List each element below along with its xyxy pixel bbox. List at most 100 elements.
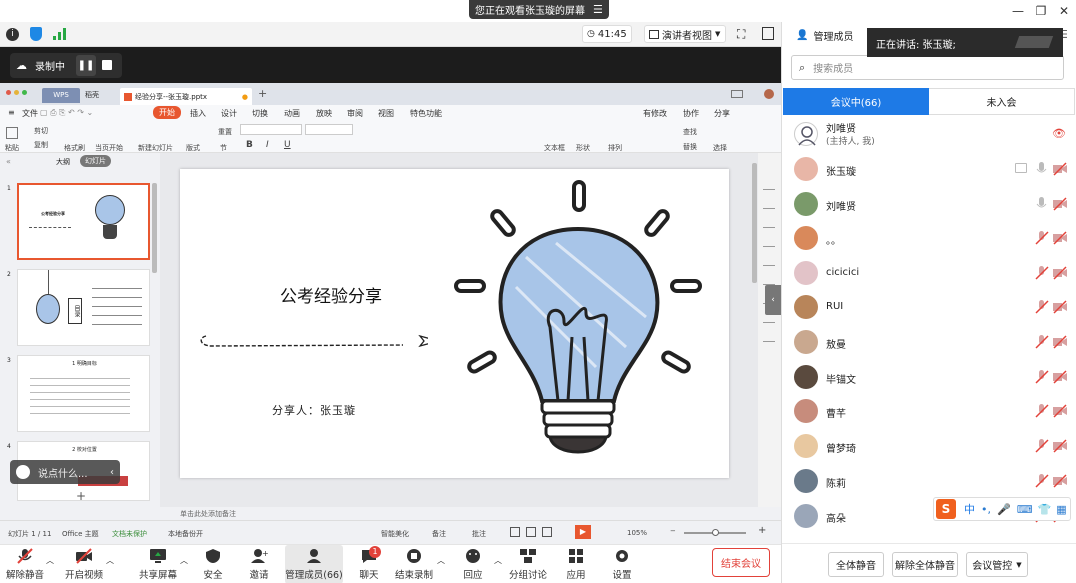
outline-tab[interactable]: 大纲: [56, 157, 70, 167]
tab-not-joined[interactable]: 未入会: [929, 88, 1075, 115]
camera-off-icon[interactable]: [1052, 335, 1068, 349]
member-row[interactable]: cicicici: [782, 256, 1076, 290]
cut-button[interactable]: 剪切: [34, 126, 48, 136]
chevron-up-icon[interactable]: ︿: [46, 555, 54, 566]
menu-icon[interactable]: ☰: [593, 3, 603, 16]
share-screen-button[interactable]: 共享屏幕: [136, 545, 180, 583]
camera-off-icon[interactable]: [1052, 300, 1068, 314]
from-current-button[interactable]: 当页开始: [95, 143, 123, 153]
voice-input-icon[interactable]: 🎤: [997, 503, 1011, 516]
meeting-control-dropdown[interactable]: 会议管控 ▼: [966, 552, 1028, 577]
security-button[interactable]: 安全: [196, 545, 230, 583]
zoom-in-icon[interactable]: +: [758, 525, 766, 536]
menu-insert[interactable]: 插入: [190, 108, 206, 119]
camera-off-icon[interactable]: [1052, 474, 1068, 488]
expand-panel-icon[interactable]: ‹: [765, 285, 781, 315]
wps-home-tab[interactable]: WPS: [42, 88, 80, 103]
reaction-button[interactable]: 回应: [456, 545, 490, 583]
invite-button[interactable]: + 邀请: [242, 545, 276, 583]
bold-icon[interactable]: B: [246, 140, 253, 150]
mute-all-button[interactable]: 全体静音: [828, 552, 884, 577]
backup-status[interactable]: 本地备份开: [168, 529, 203, 539]
unmute-button[interactable]: 解除静音: [6, 545, 44, 583]
pause-recording-button[interactable]: ❚❚: [76, 55, 96, 76]
chevron-up-icon[interactable]: ︿: [494, 555, 502, 566]
eye-icon[interactable]: 👁: [1052, 127, 1066, 140]
minimize-icon[interactable]: —: [1010, 3, 1026, 19]
sorter-view-icon[interactable]: [526, 527, 536, 537]
camera-off-icon[interactable]: [1052, 197, 1068, 211]
member-row[interactable]: 毕锚文: [782, 360, 1076, 394]
breakout-rooms-button[interactable]: 分组讨论: [508, 545, 548, 583]
member-row[interactable]: 张玉璇: [782, 152, 1076, 186]
right-rail-icons[interactable]: [763, 179, 775, 349]
docer-tab[interactable]: 稻壳: [85, 88, 119, 103]
zoom-out-icon[interactable]: −: [670, 527, 676, 535]
member-row[interactable]: 。。: [782, 221, 1076, 255]
mic-off-icon[interactable]: [1034, 231, 1050, 245]
manage-members-button[interactable]: 管理成员(66): [285, 545, 343, 583]
slide-thumb-2[interactable]: 目录: [17, 269, 150, 346]
section-button[interactable]: 节: [220, 143, 227, 153]
skin-icon[interactable]: 👕: [1038, 503, 1052, 516]
menu-collaborate[interactable]: 协作: [683, 108, 699, 119]
member-search-input[interactable]: ⌕ 搜索成员: [791, 55, 1064, 80]
member-row[interactable]: RUI: [782, 290, 1076, 324]
document-tab[interactable]: 经验分享--张玉璇.pptx ●: [120, 88, 252, 105]
collapse-chat-icon[interactable]: ‹: [110, 467, 114, 478]
stop-recording-button[interactable]: [102, 60, 112, 70]
arrange-button[interactable]: 排列: [608, 143, 622, 153]
slide-scrollbar[interactable]: [752, 163, 757, 283]
hamburger-icon[interactable]: ≡: [8, 108, 15, 117]
member-row[interactable]: 刘唯贤 (主持人, 我) 👁: [782, 117, 1076, 151]
toolbox-icon[interactable]: ▦: [1056, 503, 1066, 516]
member-row[interactable]: 曹芊: [782, 394, 1076, 428]
copy-button[interactable]: 复制: [34, 140, 48, 150]
chevron-up-icon[interactable]: ︿: [106, 555, 114, 566]
font-name-select[interactable]: [240, 124, 302, 135]
font-size-select[interactable]: [305, 124, 353, 135]
paste-icon[interactable]: [6, 127, 18, 139]
mic-off-icon[interactable]: [1034, 266, 1050, 280]
notes-button[interactable]: 备注: [432, 529, 446, 539]
keyboard-icon[interactable]: ⌨: [1017, 503, 1033, 516]
member-row[interactable]: 曾梦琦: [782, 429, 1076, 463]
normal-view-icon[interactable]: [510, 527, 520, 537]
mic-icon[interactable]: [1034, 162, 1050, 176]
replace-button[interactable]: 替换: [683, 142, 697, 152]
chat-input-overlay[interactable]: 说点什么... ‹: [10, 460, 120, 484]
menu-view[interactable]: 视图: [378, 108, 394, 119]
reading-view-icon[interactable]: [542, 527, 552, 537]
thumb-scrollbar[interactable]: [152, 183, 157, 273]
textbox-button[interactable]: 文本框: [544, 143, 565, 153]
slides-tab[interactable]: 幻灯片: [80, 155, 111, 167]
menu-file[interactable]: 文件: [22, 108, 38, 119]
add-slide-icon[interactable]: +: [76, 489, 86, 503]
chat-input-placeholder[interactable]: 说点什么...: [38, 465, 88, 480]
new-tab-icon[interactable]: +: [258, 87, 267, 100]
format-painter-button[interactable]: 格式刷: [64, 143, 85, 153]
layout-button[interactable]: 版式: [186, 143, 200, 153]
camera-off-icon[interactable]: [1052, 231, 1068, 245]
camera-off-icon[interactable]: [1052, 266, 1068, 280]
camera-off-icon[interactable]: [1052, 439, 1068, 453]
current-slide[interactable]: 公考经验分享 分享人：张玉璇: [180, 169, 729, 478]
menu-animation[interactable]: 动画: [284, 108, 300, 119]
menu-review[interactable]: 审阅: [347, 108, 363, 119]
member-row[interactable]: 刘唯贤: [782, 187, 1076, 221]
settings-button[interactable]: 设置: [606, 545, 638, 583]
fullscreen-icon[interactable]: ⛶: [737, 27, 745, 42]
unmute-all-button[interactable]: 解除全体静音: [892, 552, 958, 577]
start-video-button[interactable]: 开启视频: [62, 545, 106, 583]
menu-design[interactable]: 设计: [221, 108, 237, 119]
search-placeholder[interactable]: 搜索成员: [813, 60, 853, 75]
ime-toolbar[interactable]: S 中 •, 🎤 ⌨ 👕 ▦: [933, 497, 1071, 521]
window-layout-icon[interactable]: [731, 90, 743, 98]
maximize-icon[interactable]: ❐: [1033, 3, 1049, 19]
chevron-up-icon[interactable]: ︿: [437, 555, 445, 566]
signal-icon[interactable]: [53, 28, 67, 43]
end-meeting-button[interactable]: 结束会议: [712, 548, 770, 577]
underline-icon[interactable]: U: [284, 140, 291, 150]
comments-button[interactable]: 批注: [472, 529, 486, 539]
camera-off-icon[interactable]: [1052, 162, 1068, 176]
